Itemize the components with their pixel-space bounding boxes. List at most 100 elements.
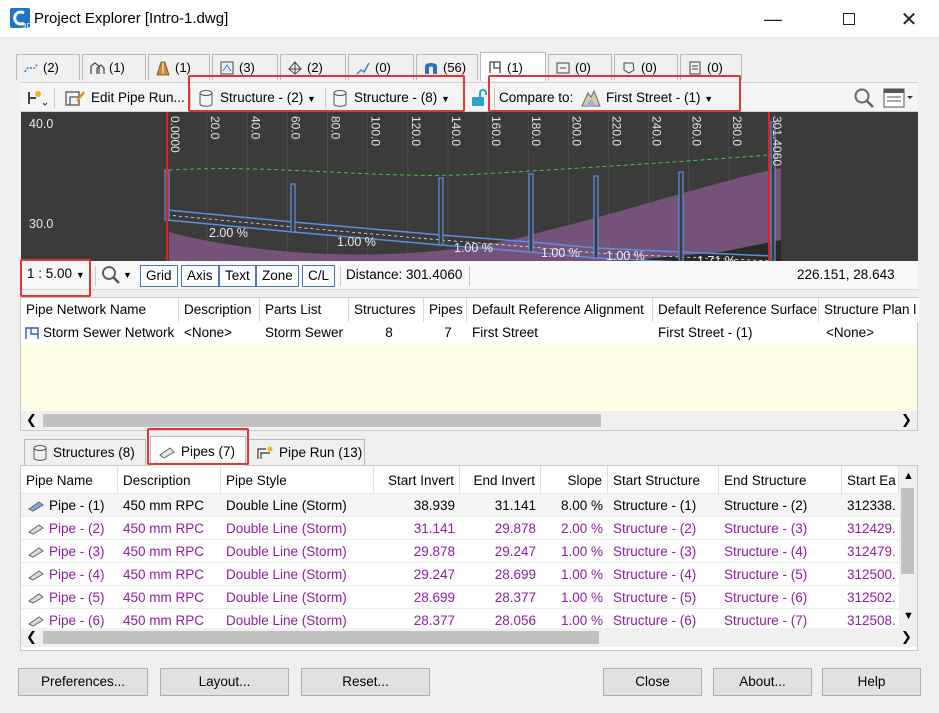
preferences-button[interactable]: Preferences... (18, 668, 148, 696)
tab-sites[interactable]: (1) (82, 54, 146, 80)
civil3d-app-icon: 3D (10, 8, 31, 29)
minimize-icon: — (764, 8, 782, 29)
table-cell: Double Line (Storm) (226, 521, 347, 536)
column-header[interactable]: Pipe Network Name (21, 298, 179, 322)
pipes-cell: 7 (444, 325, 452, 340)
edit-pipe-run-button[interactable]: Edit Pipe Run... (91, 90, 185, 105)
station-label: 180.0 (529, 116, 543, 146)
column-header[interactable]: Slope (541, 466, 608, 494)
corridor-icon (425, 62, 437, 74)
structure-selection-highlight (188, 75, 465, 112)
minimize-button[interactable]: — (750, 0, 796, 38)
pipe-network-grid: Pipe Network Name Description Parts List… (20, 297, 919, 431)
table-cell: 28.699 (494, 567, 536, 582)
text-toggle[interactable]: Text (219, 265, 256, 287)
table-row[interactable]: Pipe - (1) 450 mm RPC Double Line (Storm) 3… (21, 494, 899, 517)
column-header[interactable]: Start Structure (608, 466, 719, 494)
station-label: 60.0 (288, 116, 302, 140)
column-header[interactable]: Default Reference Alignment (467, 298, 653, 322)
close-window-button[interactable]: ✕ (886, 0, 932, 38)
edit-pipe-run-icon (65, 91, 85, 106)
scroll-left-icon[interactable]: ❮ (26, 412, 37, 428)
tab-pipe-run[interactable]: Pipe Run (13) (248, 439, 365, 465)
centerline-toggle[interactable]: C/L (302, 265, 336, 287)
reset-button[interactable]: Reset... (301, 668, 430, 696)
maximize-icon (843, 13, 855, 25)
zoom-dropdown[interactable] (101, 265, 121, 288)
table-cell: Structure - (5) (613, 590, 697, 605)
vertical-scrollbar[interactable]: ▲ ▼ (899, 466, 917, 628)
column-header[interactable]: End Structure (719, 466, 842, 494)
column-header[interactable]: Structures (349, 298, 424, 322)
table-cell: 1.00 % (560, 544, 603, 559)
axis-toggle[interactable]: Axis (181, 265, 219, 287)
column-header[interactable]: Pipe Style (221, 466, 374, 494)
slope-label: 1.00 % (606, 249, 645, 261)
pipes-tab-highlight (147, 428, 249, 465)
table-cell: 450 mm RPC (123, 590, 205, 605)
table-cell: 450 mm RPC (123, 498, 205, 513)
column-header[interactable]: Pipe Name (21, 466, 118, 494)
column-header[interactable]: Start Ea (842, 466, 899, 494)
column-header[interactable]: Start Invert (374, 466, 460, 494)
structure-plan-cell: <None> (826, 325, 875, 340)
table-row[interactable]: Pipe - (2) 450 mm RPC Double Line (Storm) 3… (21, 517, 899, 540)
window-title: Project Explorer [Intro-1.dwg] (34, 10, 229, 27)
table-cell: 450 mm RPC (123, 544, 205, 559)
column-header[interactable]: Structure Plan l (819, 298, 919, 322)
close-button[interactable]: Close (603, 668, 702, 696)
layout-button[interactable]: Layout... (160, 668, 289, 696)
view-options-icon[interactable] (883, 88, 915, 108)
elevation-label: 40.0 (29, 117, 53, 131)
horizontal-scrollbar[interactable]: ❮ ❯ (21, 628, 917, 647)
scrollbar-thumb[interactable] (43, 631, 599, 644)
slope-label: 1.00 % (337, 235, 376, 249)
table-row[interactable]: Pipe - (4) 450 mm RPC Double Line (Storm) 2… (21, 563, 899, 586)
unlock-icon[interactable] (470, 88, 488, 108)
scrollbar-thumb[interactable] (901, 488, 914, 574)
zone-toggle[interactable]: Zone (256, 265, 299, 287)
scroll-left-icon[interactable]: ❮ (26, 629, 37, 645)
column-header[interactable]: Parts List (260, 298, 349, 322)
scroll-right-icon[interactable]: ❯ (901, 629, 912, 645)
maximize-button[interactable] (826, 0, 872, 38)
profile-view[interactable]: 40.0 30.0 0.0000 20.0 40.0 60.0 80.0 100.0 120… (21, 112, 918, 261)
column-header[interactable]: Description (179, 298, 260, 322)
scroll-right-icon[interactable]: ❯ (901, 412, 912, 428)
pipe-icon (28, 593, 44, 604)
help-button[interactable]: Help (822, 668, 921, 696)
table-cell: Double Line (Storm) (226, 590, 347, 605)
sites-icon (90, 61, 105, 74)
table-cell: 31.141 (494, 498, 536, 513)
table-cell: 312500. (847, 567, 896, 582)
column-header[interactable]: Description (118, 466, 221, 494)
table-cell: Pipe - (2) (49, 521, 105, 536)
column-header[interactable]: Pipes (424, 298, 467, 322)
table-row[interactable]: Pipe - (5) 450 mm RPC Double Line (Storm) 2… (21, 586, 899, 609)
table-cell: Structure - (4) (613, 567, 697, 582)
surfaces-icon (288, 60, 302, 75)
tab-alignments[interactable]: (2) (16, 54, 80, 80)
pipe-icon (28, 524, 44, 535)
grid-toggle[interactable]: Grid (140, 265, 178, 287)
table-row[interactable]: Pipe - (3) 450 mm RPC Double Line (Storm) 2… (21, 540, 899, 563)
scrollbar-thumb[interactable] (43, 414, 601, 427)
scale-highlight (20, 259, 91, 297)
scroll-down-icon[interactable]: ▼ (903, 610, 914, 622)
column-header[interactable]: Default Reference Surface (653, 298, 819, 322)
distance-readout: Distance: 301.4060 (346, 267, 463, 282)
table-cell: 31.141 (413, 521, 455, 536)
station-label: 160.0 (489, 116, 503, 146)
search-icon[interactable] (853, 87, 875, 109)
profile-view-icon (156, 61, 170, 75)
tab-structures[interactable]: Structures (8) (24, 439, 146, 465)
column-header[interactable]: End Invert (460, 466, 541, 494)
table-cell: 29.878 (413, 544, 455, 559)
add-pipe-run-icon[interactable] (26, 89, 48, 107)
about-button[interactable]: About... (713, 668, 812, 696)
slope-label: 1.71 % (697, 254, 736, 261)
scroll-up-icon[interactable]: ▲ (903, 470, 914, 482)
table-cell: 29.878 (494, 521, 536, 536)
profile-zoom-bar: 1 : 5.00 ▼ ▼ Grid Axis Text Zone C/L Dis… (20, 261, 918, 290)
compare-selection-highlight (488, 75, 741, 112)
